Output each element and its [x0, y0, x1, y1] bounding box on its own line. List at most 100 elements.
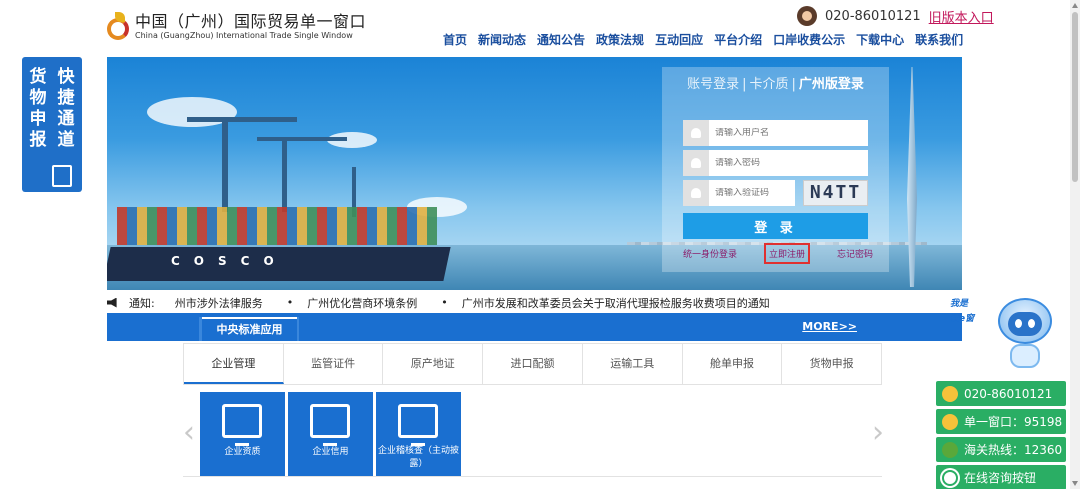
crane-decoration: [222, 117, 228, 212]
logo-icon: [942, 413, 958, 430]
assistant-label[interactable]: 我是 穗e窗: [950, 297, 974, 327]
username-field[interactable]: [683, 120, 868, 146]
app-tiles: 企业资质 企业信用 企业稽核查（主动披露）: [200, 392, 461, 477]
logo-icon: [942, 385, 958, 402]
more-link[interactable]: MORE>>: [802, 320, 857, 333]
tab-central-standard-apps[interactable]: 中央标准应用: [202, 317, 297, 341]
tile-enterprise-audit[interactable]: 企业稽核查（主动披露）: [376, 392, 461, 477]
category-tabs: 企业管理 监管证件 原产地证 进口配额 运输工具 舱单申报 货物申报: [183, 343, 882, 385]
crane-decoration: [187, 117, 297, 122]
username-input[interactable]: [709, 128, 859, 138]
login-links: 统一身份登录 立即注册 忘记密码: [683, 243, 873, 264]
password-input[interactable]: [709, 158, 859, 168]
login-tabs: 账号登录 | 卡介质 | 广州版登录: [687, 77, 864, 92]
notice-item[interactable]: 广州优化营商环境条例: [307, 295, 417, 311]
phone-icon: [942, 441, 958, 458]
shield-icon: [683, 180, 709, 206]
float-char: 货: [29, 67, 47, 87]
login-button[interactable]: 登 录: [683, 213, 868, 239]
password-field[interactable]: [683, 150, 868, 176]
bullet-icon: •: [286, 296, 294, 309]
captcha-input[interactable]: [709, 188, 789, 198]
main-nav: 首页 新闻动态 通知公告 政策法规 互动回应 平台介绍 口岸收费公示 下载中心 …: [443, 31, 974, 48]
assistant-label-line: 我是: [950, 299, 969, 309]
hotline-number: 020-86010121: [825, 8, 921, 24]
lock-icon: [683, 150, 709, 176]
tab-origin-certificates[interactable]: 原产地证: [383, 344, 484, 384]
tile-enterprise-credit[interactable]: 企业信用: [288, 392, 373, 477]
assistant-label-line: 穗e窗: [950, 314, 975, 324]
float-char: 快: [57, 67, 75, 87]
contact-hotline-button[interactable]: 020-86010121: [936, 381, 1066, 406]
document-check-icon: [52, 165, 72, 187]
containers-decoration: [117, 207, 437, 249]
tile-label: 企业资质: [224, 447, 261, 457]
carousel-prev-icon[interactable]: ‹: [183, 415, 197, 451]
scroll-thumb[interactable]: [1072, 12, 1078, 182]
nav-about[interactable]: 平台介绍: [714, 31, 762, 48]
forgot-password-link[interactable]: 忘记密码: [837, 247, 873, 264]
nav-interaction[interactable]: 互动回应: [655, 31, 703, 48]
login-panel: 账号登录|卡介质|广州版登录 N4TT 登 录 统一身份登录 立即注册 忘记密码: [662, 67, 889, 272]
tab-transport-vehicles[interactable]: 运输工具: [583, 344, 683, 384]
contact-label: 020-86010121: [964, 386, 1053, 401]
carousel-next-icon[interactable]: ›: [872, 415, 886, 451]
handshake-icon: [310, 404, 350, 446]
captcha-image[interactable]: N4TT: [803, 180, 868, 206]
notice-label: 通知:: [129, 296, 155, 310]
logo-title-en: China (GuangZhou) International Trade Si…: [135, 31, 353, 40]
page-scrollbar[interactable]: [1070, 0, 1080, 489]
contact-label: 海关热线：12360: [964, 443, 1063, 457]
ship-name: COSCO: [171, 254, 288, 268]
logo-title-cn: 中国（广州）国际贸易单一窗口: [135, 12, 367, 31]
float-char: 捷: [57, 88, 75, 108]
old-version-link[interactable]: 旧版本入口: [929, 7, 994, 26]
apps-header-bar: 中央标准应用 MORE>>: [107, 313, 962, 341]
tab-enterprise-management[interactable]: 企业管理: [184, 344, 284, 384]
canton-tower: [897, 57, 927, 290]
notice-item[interactable]: 广州市发展和改革委员会关于取消代理报检服务收费项目的通知: [462, 295, 770, 311]
tab-account-login[interactable]: 账号登录: [687, 77, 739, 92]
notice-item[interactable]: 州市涉外法律服务: [175, 295, 263, 311]
crane-decoration: [257, 137, 347, 141]
header-hotline: 020-86010121 旧版本入口: [797, 6, 994, 26]
nav-home[interactable]: 首页: [443, 31, 467, 48]
speaker-icon: [107, 297, 117, 308]
tab-supervision-certificates[interactable]: 监管证件: [284, 344, 384, 384]
register-link[interactable]: 立即注册: [763, 243, 810, 264]
scroll-up-icon[interactable]: [1072, 3, 1078, 8]
nav-port-fees[interactable]: 口岸收费公示: [773, 31, 845, 48]
nav-downloads[interactable]: 下载中心: [856, 31, 904, 48]
user-icon: [683, 120, 709, 146]
tab-manifest-declaration[interactable]: 舱单申报: [683, 344, 783, 384]
unified-login-link[interactable]: 统一身份登录: [683, 247, 737, 264]
contact-customs-hotline-button[interactable]: 海关热线：12360: [936, 437, 1066, 462]
tile-label: 企业信用: [312, 447, 349, 457]
tab-card-login[interactable]: 卡介质: [749, 77, 788, 92]
tab-goods-declaration[interactable]: 货物申报: [782, 344, 881, 384]
float-char: 通: [57, 109, 75, 129]
nav-contact[interactable]: 联系我们: [915, 31, 963, 48]
contact-label: 在线咨询按钮: [964, 471, 1037, 485]
notice-ticker: 通知: 州市涉外法律服务 • 广州优化营商环境条例 • 广州市发展和改革委员会关…: [107, 294, 962, 311]
nav-news[interactable]: 新闻动态: [478, 31, 526, 48]
assistant-robot-icon[interactable]: [992, 292, 1062, 372]
nav-notices[interactable]: 通知公告: [537, 31, 585, 48]
float-char: 物: [29, 88, 47, 108]
document-shield-icon: [398, 404, 438, 446]
nav-policies[interactable]: 政策法规: [596, 31, 644, 48]
site-logo[interactable]: 中国（广州）国际贸易单一窗口 China (GuangZhou) Interna…: [107, 12, 366, 42]
contact-single-window-button[interactable]: 单一窗口：95198: [936, 409, 1066, 434]
bullet-icon: •: [441, 296, 448, 309]
float-char: 道: [57, 130, 75, 150]
scroll-down-icon[interactable]: [1072, 481, 1078, 486]
float-char: 报: [29, 130, 47, 150]
tab-guangzhou-login[interactable]: 广州版登录: [799, 77, 864, 92]
tile-enterprise-qualification[interactable]: 企业资质: [200, 392, 285, 477]
logo-mark-icon: [107, 12, 131, 42]
tab-import-quota[interactable]: 进口配额: [483, 344, 583, 384]
online-consult-button[interactable]: 在线咨询按钮: [936, 465, 1066, 489]
captcha-field[interactable]: [683, 180, 795, 206]
quick-declaration-channel[interactable]: 货 物 申 报 快 捷 通 道: [22, 57, 82, 192]
tile-grid-divider: [183, 476, 882, 489]
